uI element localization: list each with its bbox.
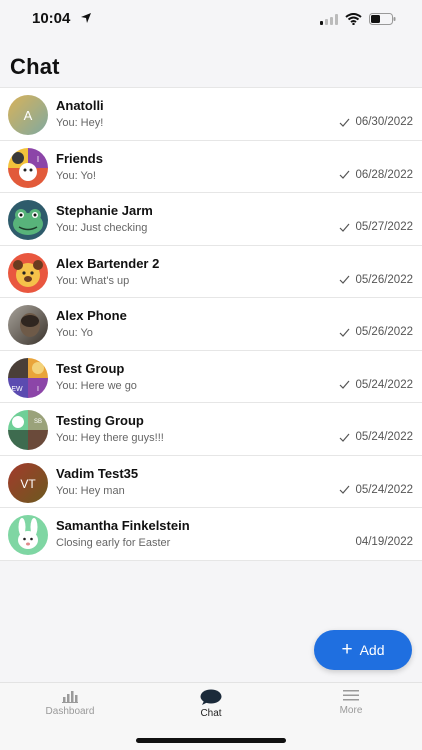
chat-meta: 05/24/2022 bbox=[339, 431, 413, 443]
wifi-icon bbox=[345, 13, 362, 25]
chat-date: 05/24/2022 bbox=[355, 483, 413, 496]
chat-date: 05/26/2022 bbox=[355, 273, 413, 286]
avatar: I bbox=[8, 147, 48, 188]
status-time: 10:04 bbox=[32, 10, 71, 27]
chat-row-stephanie-jarm[interactable]: Stephanie Jarm You: Just checking 05/27/… bbox=[0, 193, 422, 246]
avatar bbox=[8, 200, 48, 240]
chat-name: Alex Phone bbox=[56, 308, 127, 323]
chat-preview: You: What's up bbox=[56, 274, 130, 287]
bar-chart-icon bbox=[62, 691, 78, 703]
chat-name: Samantha Finkelstein bbox=[56, 518, 190, 533]
avatar bbox=[8, 252, 48, 293]
chat-list: A Anatolli You: Hey! 06/30/2022 I Friend… bbox=[0, 87, 422, 561]
chat-date: 05/24/2022 bbox=[355, 378, 413, 391]
chat-meta: 05/24/2022 bbox=[339, 484, 413, 496]
checkmark-icon bbox=[340, 380, 350, 389]
tab-label: More bbox=[339, 705, 363, 716]
chat-row-anatolli[interactable]: A Anatolli You: Hey! 06/30/2022 bbox=[0, 88, 422, 141]
chat-row-friends[interactable]: I Friends You: Yo! 06/28/2022 bbox=[0, 141, 422, 193]
avatar: A bbox=[8, 95, 48, 135]
chat-row-testing-group[interactable]: SB Testing Group You: Hey there guys!!! … bbox=[0, 403, 422, 456]
avatar-initials: A bbox=[24, 108, 33, 123]
signal-icon bbox=[320, 13, 338, 25]
chat-bubble-icon bbox=[200, 689, 222, 705]
chat-row-alex-bartender-2[interactable]: Alex Bartender 2 You: What's up 05/26/20… bbox=[0, 246, 422, 298]
avatar: EW I bbox=[8, 357, 48, 398]
checkmark-icon bbox=[340, 433, 350, 442]
battery-icon bbox=[369, 13, 396, 25]
tab-dashboard[interactable]: Dashboard bbox=[25, 689, 115, 717]
add-button-label: Add bbox=[359, 642, 385, 658]
checkmark-icon bbox=[340, 485, 350, 494]
chat-meta: 04/19/2022 bbox=[355, 536, 413, 548]
tab-more[interactable]: More bbox=[306, 689, 396, 716]
chat-row-vadim-test35[interactable]: VT Vadim Test35 You: Hey man 05/24/2022 bbox=[0, 456, 422, 508]
avatar-initials: VT bbox=[20, 477, 36, 491]
chat-meta: 06/30/2022 bbox=[339, 116, 413, 128]
status-bar: 10:04 bbox=[0, 0, 422, 40]
chat-preview: Closing early for Easter bbox=[56, 537, 171, 549]
chat-meta: 05/24/2022 bbox=[339, 379, 413, 391]
svg-text:SB: SB bbox=[34, 419, 42, 425]
chat-meta: 06/28/2022 bbox=[339, 169, 413, 181]
location-arrow-icon bbox=[81, 13, 91, 23]
tab-label: Chat bbox=[200, 708, 222, 719]
checkmark-icon bbox=[340, 170, 350, 179]
checkmark-icon bbox=[340, 118, 350, 127]
chat-name: Stephanie Jarm bbox=[56, 203, 153, 218]
add-button[interactable]: + Add bbox=[314, 630, 412, 670]
checkmark-icon bbox=[340, 275, 350, 284]
chat-name: Anatolli bbox=[56, 98, 104, 113]
status-icons bbox=[320, 13, 396, 25]
chat-preview: You: Hey! bbox=[56, 117, 104, 129]
avatar: SB bbox=[8, 410, 48, 450]
chat-meta: 05/27/2022 bbox=[339, 221, 413, 233]
chat-row-alex-phone[interactable]: Alex Phone You: Yo 05/26/2022 bbox=[0, 298, 422, 351]
chat-date: 05/27/2022 bbox=[355, 221, 413, 233]
chat-meta: 05/26/2022 bbox=[339, 274, 413, 286]
svg-text:I: I bbox=[37, 386, 39, 393]
chat-date: 04/19/2022 bbox=[355, 536, 413, 548]
avatar bbox=[8, 305, 48, 345]
chat-name: Testing Group bbox=[56, 413, 144, 428]
chat-name: Alex Bartender 2 bbox=[56, 255, 160, 271]
chat-meta: 05/26/2022 bbox=[339, 326, 413, 338]
chat-row-samantha-finkelstein[interactable]: Samantha Finkelstein Closing early for E… bbox=[0, 508, 422, 561]
chat-preview: You: Just checking bbox=[56, 222, 148, 234]
chat-date: 06/28/2022 bbox=[355, 168, 413, 181]
chat-preview: You: Hey there guys!!! bbox=[56, 432, 164, 444]
chat-name: Vadim Test35 bbox=[56, 465, 139, 481]
chat-name: Test Group bbox=[56, 360, 125, 376]
tab-label: Dashboard bbox=[45, 706, 95, 717]
plus-icon: + bbox=[341, 638, 353, 660]
chat-name: Friends bbox=[56, 150, 103, 166]
chat-date: 05/24/2022 bbox=[355, 431, 413, 443]
svg-text:EW: EW bbox=[11, 386, 23, 393]
home-indicator bbox=[136, 738, 286, 743]
svg-text:I: I bbox=[37, 155, 39, 164]
chat-preview: You: Yo bbox=[56, 327, 93, 339]
checkmark-icon bbox=[340, 223, 350, 232]
menu-icon bbox=[343, 690, 359, 701]
chat-date: 06/30/2022 bbox=[355, 116, 413, 128]
avatar: VT bbox=[8, 462, 48, 503]
tab-chat[interactable]: Chat bbox=[166, 689, 256, 719]
page-title: Chat bbox=[10, 54, 60, 79]
avatar bbox=[8, 515, 48, 555]
chat-preview: You: Here we go bbox=[56, 379, 137, 392]
chat-preview: You: Yo! bbox=[56, 169, 96, 182]
chat-date: 05/26/2022 bbox=[355, 326, 413, 338]
chat-row-test-group[interactable]: EW I Test Group You: Here we go 05/24/20… bbox=[0, 351, 422, 403]
chat-preview: You: Hey man bbox=[56, 484, 125, 497]
checkmark-icon bbox=[340, 328, 350, 337]
